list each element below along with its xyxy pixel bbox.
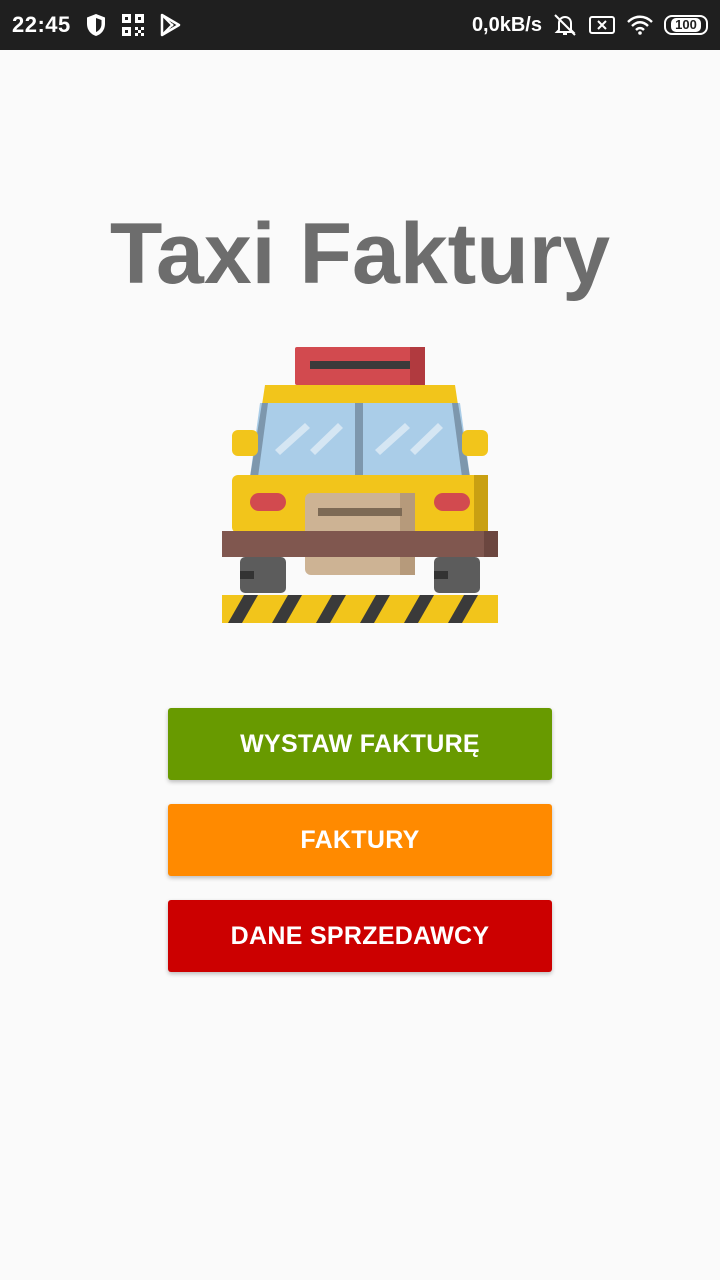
issue-invoice-button[interactable]: WYSTAW FAKTURĘ [168, 708, 552, 780]
status-left: 22:45 [12, 12, 181, 38]
battery-level: 100 [671, 18, 701, 32]
qr-grid-icon [121, 13, 145, 37]
network-speed: 0,0kB/s [471, 13, 542, 36]
sim-off-icon [588, 14, 616, 36]
shield-icon [85, 13, 107, 37]
wifi-icon [626, 14, 654, 36]
play-store-icon [159, 13, 181, 37]
battery-icon: 100 [664, 15, 708, 35]
seller-data-button[interactable]: DANE SPRZEDAWCY [168, 900, 552, 972]
status-bar: 22:45 0,0kB/s 100 [0, 0, 720, 50]
taxi-car-icon [220, 345, 500, 625]
bell-off-icon [552, 12, 578, 38]
status-time: 22:45 [12, 12, 71, 37]
status-right: 0,0kB/s 100 [472, 12, 708, 38]
app-title: Taxi Faktury [109, 206, 611, 302]
invoices-button[interactable]: FAKTURY [168, 804, 552, 876]
